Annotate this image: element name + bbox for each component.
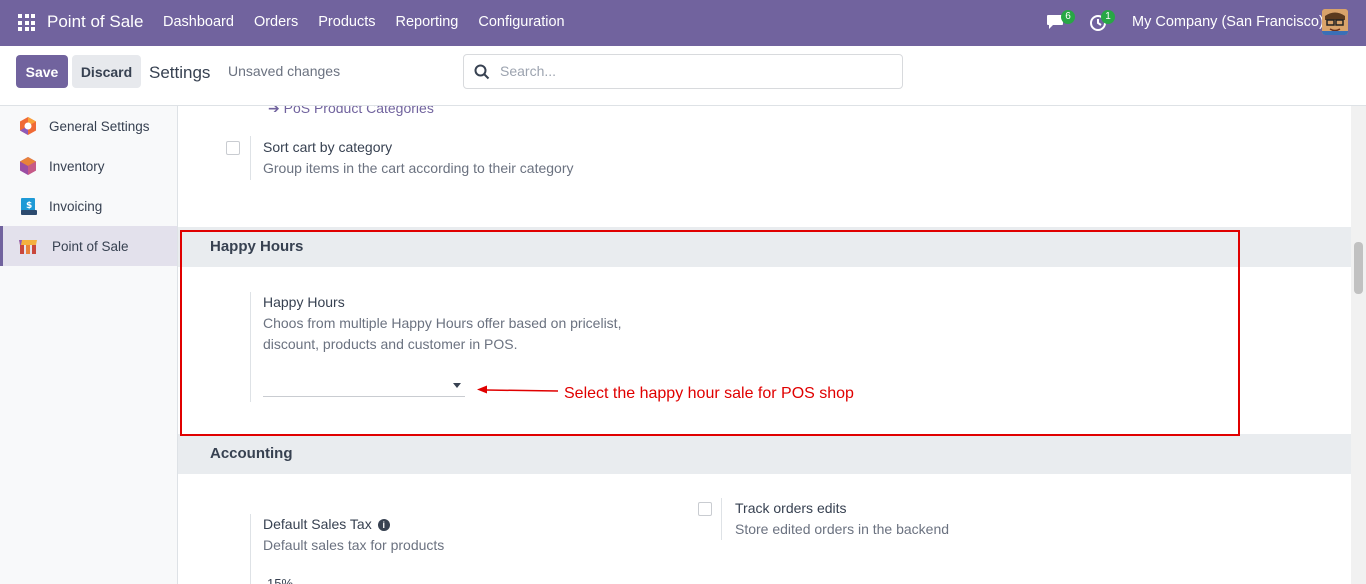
sidebar-item-invoicing[interactable]: $ Invoicing	[0, 186, 177, 226]
default-sales-tax-label: Default Sales Tax	[263, 516, 372, 532]
divider	[250, 136, 251, 180]
discard-button[interactable]: Discard	[72, 55, 141, 88]
search-icon	[474, 64, 490, 80]
unsaved-status: Unsaved changes	[228, 63, 341, 79]
sidebar-item-point-of-sale[interactable]: Point of Sale	[0, 226, 177, 266]
page-title: Settings	[149, 63, 211, 82]
sidebar-item-label: Inventory	[49, 158, 105, 174]
svg-text:$: $	[26, 201, 32, 211]
settings-sidebar: General Settings Inventory $ Invoicing P…	[0, 106, 178, 584]
info-icon[interactable]: i	[377, 519, 390, 531]
menu-orders[interactable]: Orders	[254, 14, 298, 30]
messages-badge: 6	[1061, 10, 1075, 24]
sidebar-item-label: Point of Sale	[52, 238, 129, 254]
sort-cart-desc: Group items in the cart according to the…	[263, 160, 574, 176]
track-orders-desc: Store edited orders in the backend	[735, 521, 950, 537]
menu-products[interactable]: Products	[318, 14, 375, 30]
default-sales-tax-desc: Default sales tax for products	[263, 537, 445, 553]
divider	[250, 514, 251, 584]
divider	[721, 498, 722, 540]
apps-menu-icon[interactable]	[18, 14, 35, 31]
control-panel: Save Discard Settings Unsaved changes	[0, 46, 1366, 106]
default-sales-tax-value[interactable]: 15%	[267, 573, 293, 584]
app-brand[interactable]: Point of Sale	[47, 12, 143, 32]
menu-configuration[interactable]: Configuration	[478, 14, 564, 30]
save-button[interactable]: Save	[16, 55, 68, 88]
user-avatar[interactable]	[1322, 9, 1348, 35]
menu-reporting[interactable]: Reporting	[396, 14, 459, 30]
general-settings-icon	[20, 117, 36, 135]
sidebar-item-label: Invoicing	[49, 198, 103, 214]
track-orders-title: Track orders edits	[735, 500, 847, 516]
menu-dashboard[interactable]: Dashboard	[163, 14, 234, 30]
point-of-sale-icon	[19, 240, 37, 254]
activities-badge: 1	[1101, 10, 1115, 24]
search-input[interactable]	[500, 63, 880, 79]
search-box[interactable]	[463, 54, 903, 89]
company-switcher[interactable]: My Company (San Francisco)	[1132, 14, 1324, 30]
annotation-arrow-icon	[477, 385, 559, 394]
section-title: Accounting	[210, 445, 293, 462]
sidebar-item-inventory[interactable]: Inventory	[0, 146, 177, 186]
sort-cart-title: Sort cart by category	[263, 139, 393, 155]
annotation-text: Select the happy hour sale for POS shop	[564, 385, 854, 402]
track-orders-checkbox[interactable]	[698, 502, 712, 516]
sort-cart-checkbox[interactable]	[226, 141, 240, 155]
annotation-highlight-box	[180, 230, 1240, 436]
invoicing-icon: $	[21, 198, 37, 215]
sidebar-item-label: General Settings	[49, 118, 150, 134]
content-scrollbar[interactable]	[1351, 106, 1366, 584]
top-navbar: Point of Sale Dashboard Orders Products …	[0, 0, 1366, 46]
inventory-icon	[20, 157, 36, 175]
main-menu: Dashboard Orders Products Reporting Conf…	[163, 14, 585, 30]
accounting-section-header: Accounting	[178, 434, 1351, 474]
pos-product-categories-link[interactable]: ➔ PoS Product Categories	[268, 106, 434, 117]
default-sales-tax-title: Default Sales Tax i	[263, 516, 390, 532]
scrollbar-thumb[interactable]	[1354, 242, 1363, 294]
sidebar-item-general-settings[interactable]: General Settings	[0, 106, 177, 146]
